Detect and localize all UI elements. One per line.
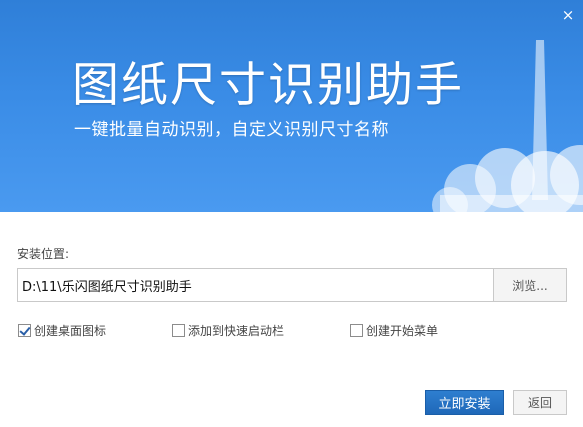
- app-title: 图纸尺寸识别助手: [72, 58, 464, 113]
- header-banner: × 图纸尺寸识别助手 一键批量自动识别，自定义识别尺寸名称: [0, 0, 583, 212]
- install-path-input[interactable]: [17, 268, 493, 302]
- install-now-button[interactable]: 立即安装: [425, 390, 504, 415]
- checkbox-checked-icon[interactable]: [18, 324, 31, 337]
- app-subtitle: 一键批量自动识别，自定义识别尺寸名称: [74, 120, 389, 140]
- checkbox-icon[interactable]: [350, 324, 363, 337]
- option-label: 创建桌面图标: [34, 324, 107, 338]
- option-start-menu[interactable]: 创建开始菜单: [350, 322, 438, 339]
- install-location-label: 安装位置:: [17, 247, 70, 261]
- checkbox-icon[interactable]: [172, 324, 185, 337]
- option-desktop-icon[interactable]: 创建桌面图标: [18, 322, 106, 339]
- install-path-row: 浏览...: [17, 268, 567, 302]
- option-label: 创建开始菜单: [366, 324, 439, 338]
- install-options: 创建桌面图标 添加到快速启动栏 创建开始菜单: [0, 322, 583, 338]
- back-button[interactable]: 返回: [513, 390, 567, 415]
- option-label: 添加到快速启动栏: [188, 324, 285, 338]
- browse-button[interactable]: 浏览...: [493, 268, 567, 302]
- option-quick-launch[interactable]: 添加到快速启动栏: [172, 322, 284, 339]
- close-icon[interactable]: ×: [561, 8, 575, 23]
